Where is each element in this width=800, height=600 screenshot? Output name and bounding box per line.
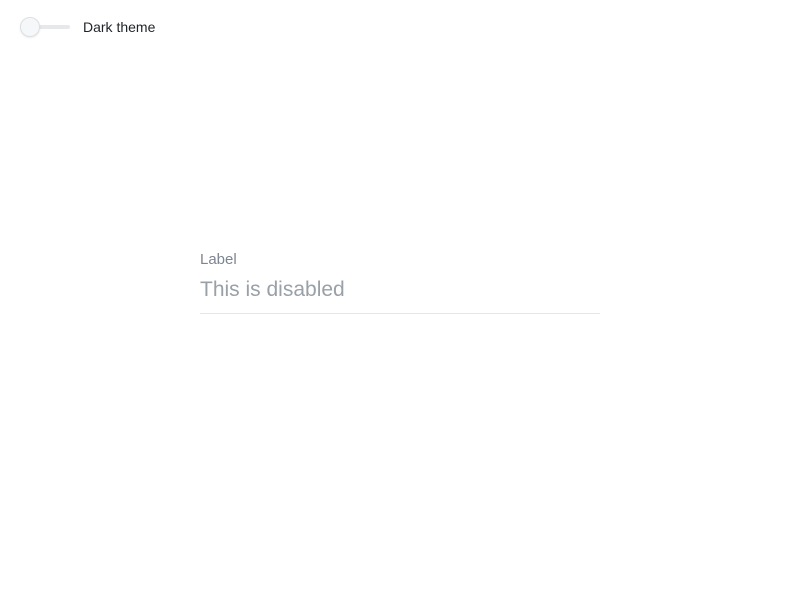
dark-theme-toggle[interactable]: Dark theme (20, 15, 155, 39)
disabled-text-input (200, 270, 600, 314)
toggle-thumb[interactable] (20, 17, 40, 37)
dark-theme-label: Dark theme (83, 19, 156, 35)
page: Dark theme Label (0, 0, 800, 600)
disabled-text-field: Label (200, 250, 600, 314)
toggle-switch[interactable] (20, 15, 70, 39)
field-label: Label (200, 251, 237, 268)
